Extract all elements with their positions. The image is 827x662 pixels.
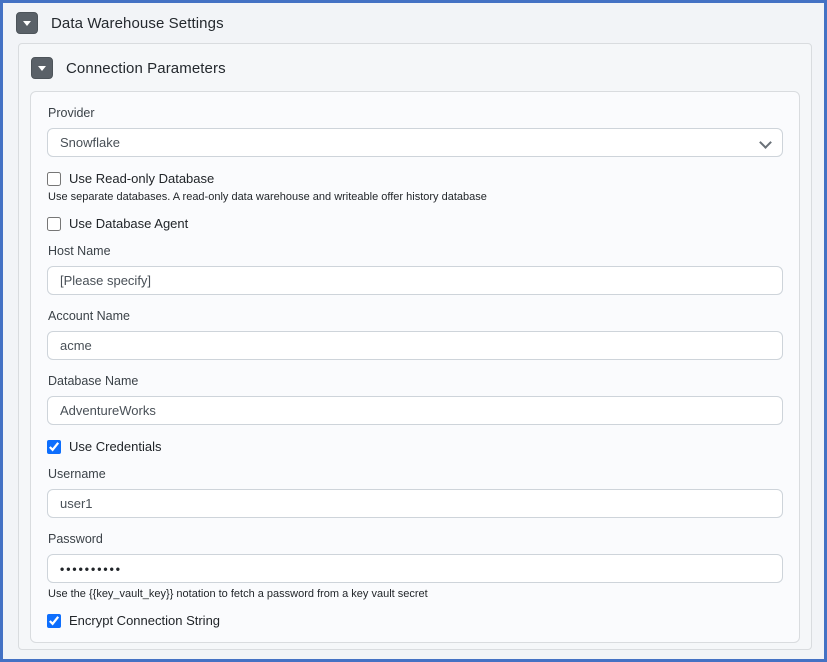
use-readonly-db-checkbox[interactable] <box>47 172 61 186</box>
username-group: Username <box>47 467 783 518</box>
password-label: Password <box>48 532 783 546</box>
use-credentials-label: Use Credentials <box>69 439 162 454</box>
username-input[interactable] <box>47 489 783 518</box>
chevron-down-icon <box>23 21 31 26</box>
database-name-group: Database Name <box>47 374 783 425</box>
section-title: Connection Parameters <box>66 60 226 77</box>
collapse-connection-parameters-button[interactable] <box>31 57 53 79</box>
use-readonly-db-help: Use separate databases. A read-only data… <box>48 191 783 203</box>
connection-parameters-card: Connection Parameters Provider Snowflake… <box>18 43 812 650</box>
page-title: Data Warehouse Settings <box>51 15 224 32</box>
password-group: Password <box>47 532 783 583</box>
use-credentials-row: Use Credentials <box>47 439 783 454</box>
app-header: Data Warehouse Settings <box>3 3 824 43</box>
host-name-input[interactable] <box>47 266 783 295</box>
provider-select-wrap: Snowflake <box>47 128 783 157</box>
encrypt-connection-string-label: Encrypt Connection String <box>69 613 220 628</box>
password-input[interactable] <box>47 554 783 583</box>
use-readonly-db-label: Use Read-only Database <box>69 171 214 186</box>
database-name-input[interactable] <box>47 396 783 425</box>
use-credentials-checkbox[interactable] <box>47 440 61 454</box>
provider-group: Provider Snowflake <box>47 106 783 157</box>
use-db-agent-row: Use Database Agent <box>47 216 783 231</box>
connection-parameters-header: Connection Parameters <box>19 44 811 91</box>
password-help: Use the {{key_vault_key}} notation to fe… <box>48 588 783 600</box>
database-name-label: Database Name <box>48 374 783 388</box>
connection-parameters-body: Provider Snowflake Use Read-only Databas… <box>30 91 800 643</box>
provider-label: Provider <box>48 106 783 120</box>
collapse-settings-button[interactable] <box>16 12 38 34</box>
chevron-down-icon <box>38 66 46 71</box>
encrypt-connection-string-row: Encrypt Connection String <box>47 613 783 628</box>
account-name-group: Account Name <box>47 309 783 360</box>
provider-select[interactable]: Snowflake <box>47 128 783 157</box>
host-name-label: Host Name <box>48 244 783 258</box>
use-db-agent-label: Use Database Agent <box>69 216 188 231</box>
encrypt-connection-string-checkbox[interactable] <box>47 614 61 628</box>
host-name-group: Host Name <box>47 244 783 295</box>
account-name-input[interactable] <box>47 331 783 360</box>
use-readonly-db-row: Use Read-only Database <box>47 171 783 186</box>
use-db-agent-checkbox[interactable] <box>47 217 61 231</box>
username-label: Username <box>48 467 783 481</box>
account-name-label: Account Name <box>48 309 783 323</box>
